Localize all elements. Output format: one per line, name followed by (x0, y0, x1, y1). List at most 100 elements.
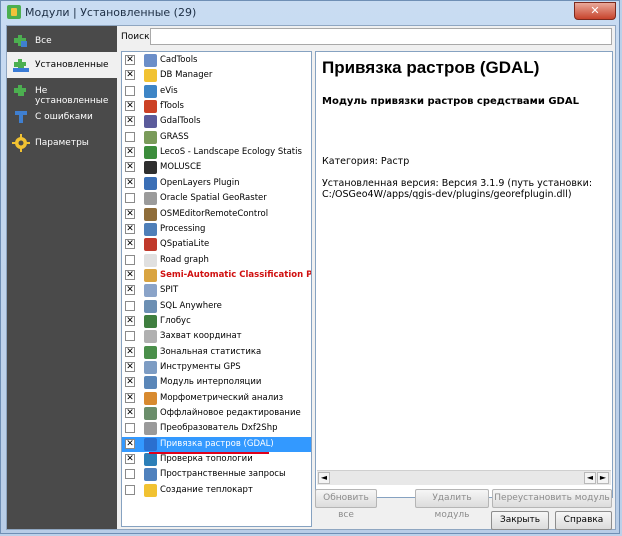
plugin-enabled-checkbox[interactable] (125, 484, 135, 495)
plugin-name: GdalTools (160, 116, 201, 127)
plugin-enabled-checkbox[interactable]: ✕ (125, 438, 135, 449)
plugin-enabled-checkbox[interactable] (125, 193, 135, 204)
plugin-enabled-checkbox[interactable]: ✕ (125, 177, 135, 188)
plugin-list-item[interactable]: Пространственные запросы (122, 467, 311, 482)
scroll-left-arrow-icon[interactable]: ◄ (584, 472, 596, 484)
plugin-name: Проверка топологии (160, 454, 253, 465)
plugin-enabled-checkbox[interactable] (125, 85, 135, 96)
plugin-enabled-checkbox[interactable]: ✕ (125, 223, 135, 234)
plugin-title: Привязка растров (GDAL) (322, 58, 540, 77)
sidebar-item-not-installed[interactable]: Не установленные (7, 78, 117, 106)
plugin-list-item[interactable]: Захват координат (122, 329, 311, 344)
plugin-enabled-checkbox[interactable] (125, 300, 135, 311)
plugin-icon (144, 391, 157, 405)
not-installed-plugin-icon (14, 85, 26, 96)
plugin-list-item[interactable]: GRASS (122, 130, 311, 145)
plugin-list-item[interactable]: ✕ OpenLayers Plugin (122, 176, 311, 191)
plugin-enabled-checkbox[interactable]: ✕ (125, 408, 135, 419)
plugin-enabled-checkbox[interactable]: ✕ (125, 239, 135, 250)
plugin-list-item[interactable]: ✕ GdalTools (122, 114, 311, 129)
plugin-enabled-checkbox[interactable]: ✕ (125, 362, 135, 372)
plugin-enabled-checkbox[interactable]: ✕ (125, 208, 135, 219)
plugin-list-item[interactable]: ✕ Морфометрический анализ (122, 391, 311, 406)
plugin-enabled-checkbox[interactable] (125, 423, 135, 434)
plugin-enabled-checkbox[interactable] (125, 469, 135, 480)
plugin-list-item[interactable]: ✕ QSpatiaLite (122, 237, 311, 252)
search-label: Поиск (121, 32, 150, 42)
plugin-list-item[interactable]: ✕ Оффлайновое редактирование (122, 406, 311, 421)
plugin-icon (144, 314, 157, 328)
plugin-list-item[interactable]: ✕ Processing (122, 222, 311, 237)
plugin-list-item[interactable]: ✕ Проверка топологии (122, 452, 311, 467)
plugin-enabled-checkbox[interactable]: ✕ (125, 70, 135, 81)
plugin-list-item[interactable]: ✕ Semi-Automatic Classification Pl (122, 268, 311, 283)
plugin-enabled-checkbox[interactable]: ✕ (125, 147, 135, 158)
plugin-name: Создание теплокарт (160, 484, 253, 495)
horizontal-scrollbar[interactable]: ◄ ◄ ► (317, 470, 611, 485)
plugin-enabled-checkbox[interactable]: ✕ (125, 315, 135, 326)
plugin-list-item[interactable]: Преобразователь Dxf2Shp (122, 421, 311, 436)
close-window-button[interactable]: ✕ (574, 2, 616, 20)
close-button[interactable]: Закрыть (491, 511, 549, 530)
reinstall-plugin-button[interactable]: Переустановить модуль (492, 489, 612, 508)
uninstall-plugin-button[interactable]: Удалить модуль (415, 489, 489, 520)
plugin-enabled-checkbox[interactable] (125, 131, 135, 142)
sidebar-item-errors[interactable]: С ошибками (7, 104, 117, 130)
sidebar-item-installed[interactable]: Установленные (7, 52, 117, 78)
plugin-list-item[interactable]: ✕ Инструменты GPS (122, 360, 311, 375)
plugin-list-item[interactable]: ✕ SPIT (122, 283, 311, 298)
plugin-icon (144, 192, 157, 206)
plugin-enabled-checkbox[interactable]: ✕ (125, 162, 135, 173)
plugin-list-item[interactable]: ✕ LecoS - Landscape Ecology Statis (122, 145, 311, 160)
plugin-enabled-checkbox[interactable]: ✕ (125, 269, 135, 280)
qgis-app-icon (7, 5, 21, 19)
plugin-name: Processing (160, 223, 206, 234)
plugin-list-item[interactable]: SQL Anywhere (122, 299, 311, 314)
plugin-enabled-checkbox[interactable] (125, 254, 135, 265)
sidebar-item-settings[interactable]: Параметры (7, 130, 117, 156)
plugin-name: Оффлайновое редактирование (160, 408, 301, 419)
sidebar-item-all[interactable]: Все (7, 28, 117, 54)
plugin-list-item[interactable]: ✕ OSMEditorRemoteControl (122, 207, 311, 222)
plugin-list-item[interactable]: ✕ Привязка растров (GDAL) (122, 436, 311, 453)
plugin-enabled-checkbox[interactable]: ✕ (125, 101, 135, 112)
search-input[interactable] (150, 28, 612, 45)
title-bar[interactable]: Модули | Установленные (29) ✕ (1, 1, 621, 23)
update-all-button[interactable]: Обновить все (315, 489, 377, 520)
plugin-enabled-checkbox[interactable] (125, 331, 135, 342)
gear-icon (12, 134, 30, 152)
plugin-list-item[interactable]: Создание теплокарт (122, 483, 311, 498)
plugin-enabled-checkbox[interactable]: ✕ (125, 55, 135, 65)
plugin-list-item[interactable]: ✕ CadTools (122, 53, 311, 68)
plugin-list-item[interactable]: ✕ Глобус (122, 314, 311, 329)
scroll-right-arrow-icon[interactable]: ► (597, 472, 609, 484)
plugin-list-item[interactable]: Road graph (122, 253, 311, 268)
help-button[interactable]: Справка (555, 511, 612, 530)
plugin-list-item[interactable]: eVis (122, 84, 311, 99)
plugin-icon (144, 453, 157, 467)
plugin-enabled-checkbox[interactable]: ✕ (125, 392, 135, 403)
plugin-icon (144, 69, 157, 83)
plugin-list-item[interactable]: Oracle Spatial GeoRaster (122, 191, 311, 206)
plugin-icon (144, 146, 157, 160)
plugin-icon (144, 437, 157, 451)
plugin-icon (144, 238, 157, 252)
plugin-enabled-checkbox[interactable]: ✕ (125, 285, 135, 296)
plugin-list[interactable]: ✕ CadTools ✕ DB Manager eVis ✕ fTools ✕ GdalTool… (121, 51, 312, 527)
plugin-list-item[interactable]: ✕ DB Manager (122, 68, 311, 83)
plugin-name: Преобразователь Dxf2Shp (160, 423, 278, 434)
plugin-list-item[interactable]: ✕ Модуль интерполяции (122, 375, 311, 390)
plugin-enabled-checkbox[interactable]: ✕ (125, 116, 135, 127)
plugin-name: eVis (160, 85, 178, 96)
plugin-enabled-checkbox[interactable]: ✕ (125, 377, 135, 388)
plugin-name: OSMEditorRemoteControl (160, 208, 269, 219)
plugin-list-item[interactable]: ✕ MOLUSCE (122, 160, 311, 175)
plugin-name: Модуль интерполяции (160, 377, 262, 388)
puzzle-icon (14, 35, 27, 47)
sidebar: Все Установленные Не установленные С оши… (7, 26, 117, 529)
plugin-enabled-checkbox[interactable]: ✕ (125, 346, 135, 357)
scroll-left-arrow-icon[interactable]: ◄ (318, 472, 330, 484)
plugin-list-item[interactable]: ✕ Зональная статистика (122, 345, 311, 360)
plugin-enabled-checkbox[interactable]: ✕ (125, 454, 135, 465)
plugin-list-item[interactable]: ✕ fTools (122, 99, 311, 114)
